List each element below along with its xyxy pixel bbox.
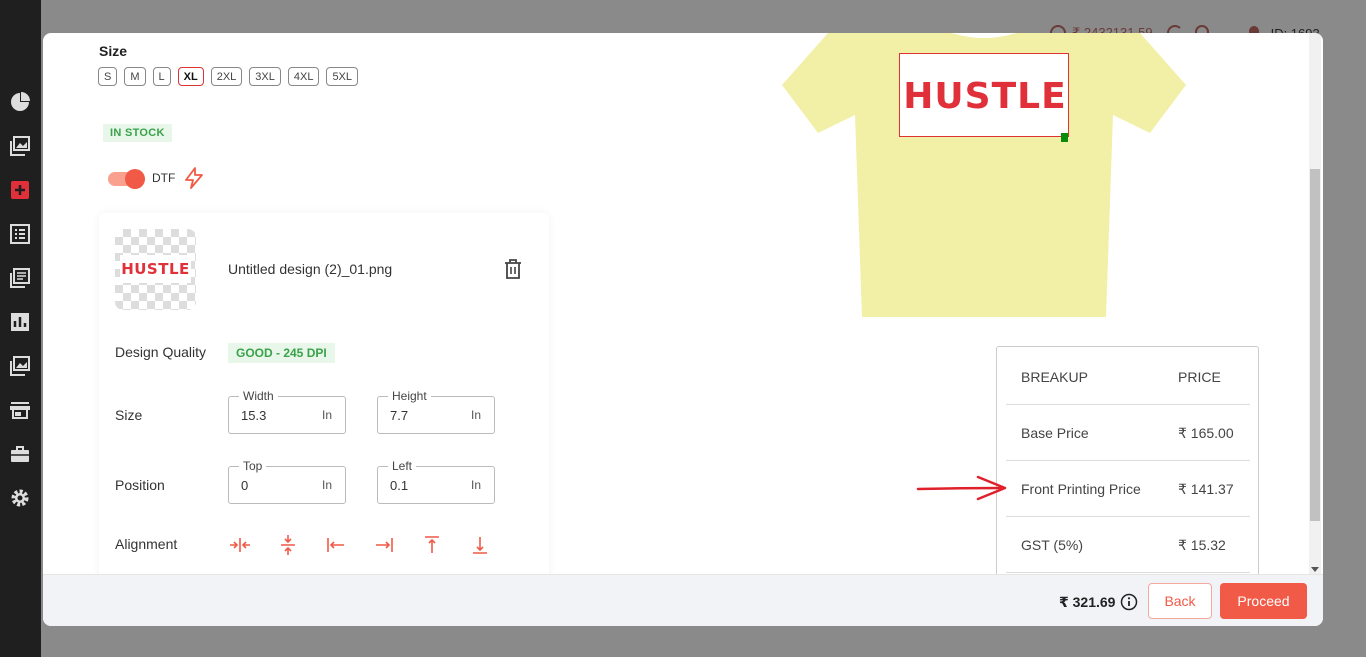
align-right-icon[interactable] xyxy=(372,533,396,557)
breakup-header-row: BREAKUP PRICE xyxy=(1006,349,1250,405)
height-field[interactable]: Height 7.7 In xyxy=(377,389,495,434)
dtf-toggle-row: DTF xyxy=(108,167,205,189)
store-icon[interactable] xyxy=(10,400,30,420)
width-field[interactable]: Width 15.3 In xyxy=(228,389,346,434)
alignment-label: Alignment xyxy=(115,536,178,552)
app-sidebar xyxy=(0,0,41,657)
print-design-text: HUSTLE xyxy=(903,75,1067,117)
scroll-down-arrow-icon[interactable] xyxy=(1311,567,1319,572)
modal-footer: ₹ 321.69 Back Proceed xyxy=(43,574,1323,626)
width-label: Width xyxy=(239,389,278,403)
size-option-4xl[interactable]: 4XL xyxy=(287,67,320,86)
media-icon[interactable] xyxy=(10,356,30,376)
height-unit: In xyxy=(470,408,481,422)
breakup-header: BREAKUP xyxy=(1021,369,1088,385)
catalog-icon[interactable] xyxy=(10,268,30,288)
modal-scrollbar[interactable] xyxy=(1309,33,1321,574)
breakup-row-label: Front Printing Price xyxy=(1021,481,1141,497)
size-option-l[interactable]: L xyxy=(152,67,171,86)
size-option-m[interactable]: M xyxy=(124,67,146,86)
table-row: Front Printing Price ₹ 141.37 xyxy=(1006,461,1250,517)
design-filename: Untitled design (2)_01.png xyxy=(228,261,393,277)
size-options: S M L XL 2XL 3XL 4XL 5XL xyxy=(98,67,359,86)
size-option-xl[interactable]: XL xyxy=(177,67,204,86)
settings-gear-icon[interactable] xyxy=(10,488,30,508)
dtf-toggle[interactable] xyxy=(108,169,145,189)
breakup-row-label: GST (5%) xyxy=(1021,537,1083,553)
add-order-icon[interactable] xyxy=(10,180,30,200)
design-thumbnail-text: HUSTLE xyxy=(120,255,191,283)
left-value[interactable]: 0.1 xyxy=(390,478,408,493)
height-value[interactable]: 7.7 xyxy=(390,408,408,423)
width-value[interactable]: 15.3 xyxy=(241,408,266,423)
modal-body[interactable]: Size S M L XL 2XL 3XL 4XL 5XL IN STOCK DTF HUST… xyxy=(43,33,1323,574)
scrollbar-thumb[interactable] xyxy=(1310,169,1320,521)
resize-handle[interactable] xyxy=(1061,133,1068,142)
size-option-5xl[interactable]: 5XL xyxy=(326,67,359,86)
design-card: HUSTLE Untitled design (2)_01.png Design… xyxy=(99,213,549,574)
left-unit: In xyxy=(470,478,481,492)
trash-icon[interactable] xyxy=(504,259,522,279)
left-field[interactable]: Left 0.1 In xyxy=(377,459,495,504)
align-top-icon[interactable] xyxy=(420,533,444,557)
size-option-s[interactable]: S xyxy=(98,67,118,86)
align-bottom-icon[interactable] xyxy=(468,533,492,557)
breakup-row-label: Base Price xyxy=(1021,425,1089,441)
dtf-label: DTF xyxy=(152,171,176,185)
top-value[interactable]: 0 xyxy=(241,478,248,493)
table-row: GST (5%) ₹ 15.32 xyxy=(1006,517,1250,573)
top-label: Top xyxy=(239,459,267,473)
dashboard-pie-icon[interactable] xyxy=(10,92,30,112)
top-field[interactable]: Top 0 In xyxy=(228,459,346,504)
align-left-icon[interactable] xyxy=(324,533,348,557)
size-option-2xl[interactable]: 2XL xyxy=(210,67,243,86)
product-customization-modal: Size S M L XL 2XL 3XL 4XL 5XL IN STOCK DTF HUST… xyxy=(43,33,1323,626)
price-breakup-table: BREAKUP PRICE Base Price ₹ 165.00 Front … xyxy=(996,346,1259,574)
size-label: Size xyxy=(115,407,143,423)
annotation-arrow-icon xyxy=(916,475,1007,501)
lightning-icon xyxy=(185,167,204,189)
breakup-row-price: ₹ 15.32 xyxy=(1178,537,1226,553)
stock-badge: IN STOCK xyxy=(103,124,172,142)
briefcase-icon[interactable] xyxy=(10,444,30,464)
left-label: Left xyxy=(388,459,417,473)
align-center-horizontal-icon[interactable] xyxy=(228,533,252,557)
design-quality-badge: GOOD - 245 DPI xyxy=(228,343,335,363)
design-thumbnail: HUSTLE xyxy=(115,229,196,310)
back-button[interactable]: Back xyxy=(1148,583,1212,619)
info-icon[interactable] xyxy=(1120,593,1138,611)
total-price: ₹ 321.69 xyxy=(1059,594,1116,610)
breakup-row-price: ₹ 141.37 xyxy=(1178,481,1234,497)
gallery-icon[interactable] xyxy=(10,136,30,156)
print-area[interactable]: HUSTLE xyxy=(899,53,1069,137)
size-option-3xl[interactable]: 3XL xyxy=(249,67,281,86)
top-unit: In xyxy=(321,478,332,492)
design-quality-label: Design Quality xyxy=(115,344,207,360)
position-label: Position xyxy=(115,477,165,493)
reports-chart-icon[interactable] xyxy=(10,312,30,332)
align-center-vertical-icon[interactable] xyxy=(276,533,300,557)
table-row: Base Price ₹ 165.00 xyxy=(1006,405,1250,461)
width-unit: In xyxy=(321,408,332,422)
breakup-row-price: ₹ 165.00 xyxy=(1178,425,1234,441)
proceed-button[interactable]: Proceed xyxy=(1220,583,1307,619)
size-title: Size xyxy=(99,43,128,59)
price-header: PRICE xyxy=(1178,369,1221,385)
height-label: Height xyxy=(388,389,431,403)
orders-list-icon[interactable] xyxy=(10,224,30,244)
